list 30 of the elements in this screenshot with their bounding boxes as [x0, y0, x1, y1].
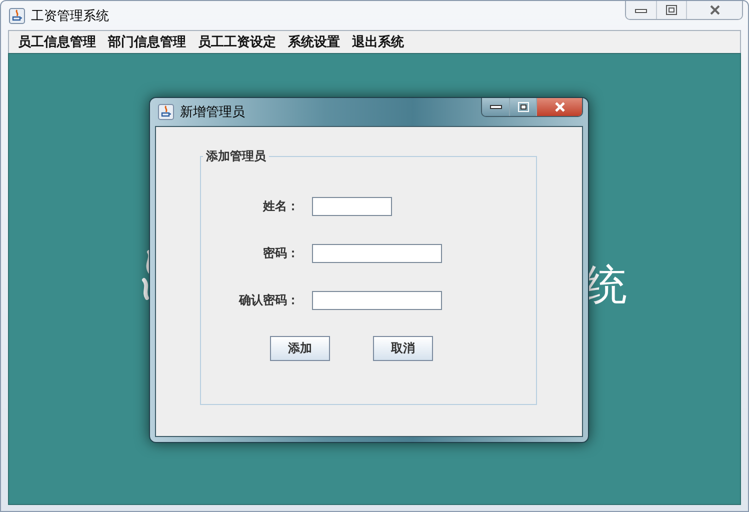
menu-item[interactable]: 系统设置: [282, 32, 346, 52]
close-icon: [554, 102, 566, 112]
menu-item[interactable]: 部门信息管理: [102, 32, 192, 52]
dialog-button[interactable]: 添加: [270, 336, 330, 361]
close-icon: [708, 5, 720, 15]
menu-item[interactable]: 员工信息管理: [12, 32, 102, 52]
app-icon: [9, 8, 25, 24]
maximize-button[interactable]: [509, 98, 536, 116]
field-label: 密码：: [263, 245, 299, 262]
maximize-icon: [666, 5, 677, 15]
dialog-button[interactable]: 取消: [373, 336, 433, 361]
menu-item[interactable]: 退出系统: [346, 32, 410, 52]
app-icon: [158, 104, 174, 120]
close-button[interactable]: [536, 98, 582, 116]
input-field[interactable]: [312, 244, 442, 263]
minimize-button[interactable]: [626, 1, 656, 19]
group-title: 添加管理员: [205, 148, 267, 165]
maximize-button[interactable]: [656, 1, 686, 19]
field-label: 确认密码：: [239, 292, 299, 309]
minimize-icon: [490, 104, 502, 110]
minimize-icon: [635, 7, 647, 13]
field-label: 姓名：: [263, 198, 299, 215]
close-button[interactable]: [686, 1, 742, 19]
input-field[interactable]: [312, 197, 392, 216]
input-field[interactable]: [312, 291, 442, 310]
maximize-icon: [518, 102, 528, 112]
dialog-title: 新增管理员: [180, 104, 245, 121]
minimize-button[interactable]: [482, 98, 509, 116]
menu-item[interactable]: 员工工资设定: [192, 32, 282, 52]
window-title: 工资管理系统: [31, 8, 109, 24]
